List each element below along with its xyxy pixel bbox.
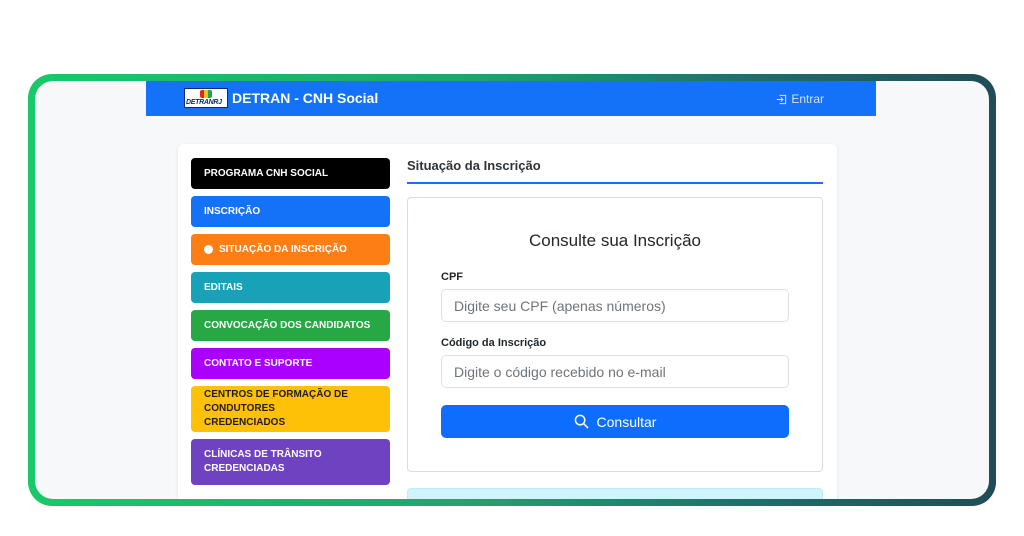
detran-logo[interactable]: DETRANRJ: [184, 88, 228, 108]
sidebar-item-label: CENTROS DE FORMAÇÃO DE CONDUTORES CREDEN…: [204, 389, 348, 428]
sidebar-item-inscricao[interactable]: INSCRIÇÃO: [191, 196, 390, 227]
logo-text: DETRANRJ: [186, 99, 222, 106]
login-label: Entrar: [791, 92, 824, 106]
main-card: PROGRAMA CNH SOCIAL INSCRIÇÃO SITUAÇÃO D…: [178, 144, 837, 499]
form-title: Consulte sua Inscrição: [529, 231, 701, 250]
info-alert: [407, 488, 823, 499]
sidebar-item-label: CONVOCAÇÃO DOS CANDIDATOS: [204, 319, 371, 331]
sidebar-item-centros[interactable]: CENTROS DE FORMAÇÃO DE CONDUTORES CREDEN…: [191, 386, 390, 432]
sidebar-item-clinicas[interactable]: CLÍNICAS DE TRÂNSITO CREDENCIADAS: [191, 439, 390, 485]
cpf-input[interactable]: [441, 289, 789, 322]
consult-form: Consulte sua Inscrição CPF Código da Ins…: [407, 197, 823, 472]
code-label: Código da Inscrição: [441, 337, 547, 349]
code-input[interactable]: [441, 355, 789, 388]
sidebar-item-situacao[interactable]: SITUAÇÃO DA INSCRIÇÃO: [191, 234, 390, 265]
page-viewport: DETRANRJ DETRAN - CNH Social Entrar PROG…: [35, 81, 989, 499]
brand-title[interactable]: DETRAN - CNH Social: [232, 90, 378, 106]
login-link[interactable]: Entrar: [776, 92, 824, 106]
sidebar-item-label: EDITAIS: [204, 281, 243, 293]
section-title: Situação da Inscrição: [407, 158, 823, 184]
active-dot-icon: [204, 245, 213, 254]
top-navbar: DETRANRJ DETRAN - CNH Social Entrar: [146, 81, 876, 116]
sidebar-item-label: SITUAÇÃO DA INSCRIÇÃO: [219, 243, 347, 255]
search-icon: [574, 414, 589, 429]
browser-frame: DETRANRJ DETRAN - CNH Social Entrar PROG…: [28, 74, 996, 506]
sidebar-item-editais[interactable]: EDITAIS: [191, 272, 390, 303]
cpf-label: CPF: [441, 271, 463, 283]
logo-mark-icon: [200, 90, 212, 98]
sidebar-item-convocacao[interactable]: CONVOCAÇÃO DOS CANDIDATOS: [191, 310, 390, 341]
sidebar-item-label: PROGRAMA CNH SOCIAL: [204, 167, 329, 179]
sidebar-menu: PROGRAMA CNH SOCIAL INSCRIÇÃO SITUAÇÃO D…: [191, 158, 390, 492]
sidebar-item-label: CLÍNICAS DE TRÂNSITO CREDENCIADAS: [204, 449, 322, 474]
sidebar-item-label: CONTATO E SUPORTE: [204, 357, 313, 369]
sidebar-item-programa[interactable]: PROGRAMA CNH SOCIAL: [191, 158, 390, 189]
sidebar-item-contato[interactable]: CONTATO E SUPORTE: [191, 348, 390, 379]
login-icon: [777, 94, 787, 104]
consultar-button[interactable]: Consultar: [441, 405, 789, 438]
sidebar-item-label: INSCRIÇÃO: [204, 205, 261, 217]
consultar-label: Consultar: [596, 413, 657, 430]
content-area: Situação da Inscrição Consulte sua Inscr…: [407, 158, 823, 499]
